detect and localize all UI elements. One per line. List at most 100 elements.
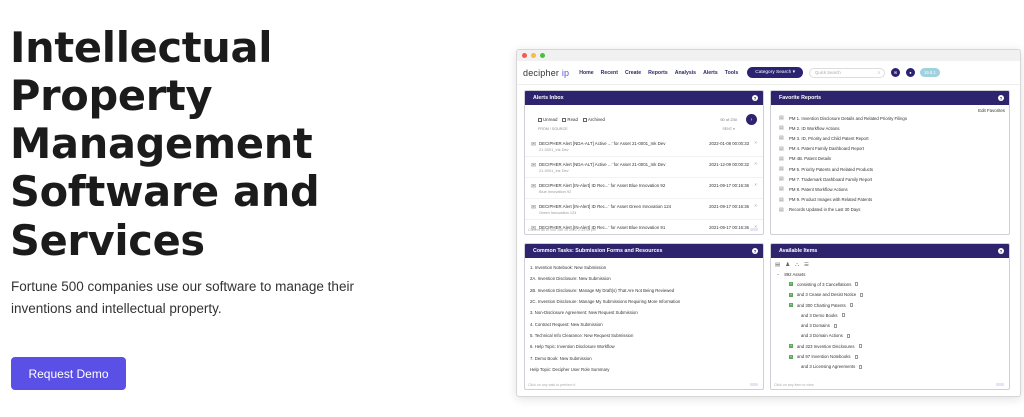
favorite-report-item[interactable]: ▤ PM 4B. Patent Details — [771, 154, 1009, 164]
nav-create[interactable]: Create — [625, 70, 641, 76]
help-icon[interactable]: ? — [998, 95, 1004, 101]
favorite-report-item[interactable]: ▤ PM 3. ID, Priority and Child Patent Rep… — [771, 133, 1009, 143]
next-page-button[interactable]: › — [746, 114, 757, 125]
request-demo-button[interactable]: Request Demo — [11, 357, 126, 390]
nav-alerts[interactable]: Alerts — [703, 70, 718, 76]
filter-archived[interactable]: Archived — [582, 117, 605, 122]
tree-root[interactable]: − 892 Assets — [771, 269, 1009, 279]
task-item[interactable]: 2B. Invention Disclosure: Manage My Draf… — [525, 285, 763, 296]
help-icon[interactable]: ? — [752, 95, 758, 101]
favorite-report-item[interactable]: ▤ PM 5. Priority Patents and Related Prod… — [771, 164, 1009, 174]
favorite-report-item[interactable]: ▤ PM 1. Invention Disclosure Details and … — [771, 113, 1009, 123]
tree-item-label: and 323 Invention Disclosures — [797, 343, 855, 349]
task-item[interactable]: 2A. Invention Disclosure: New Submission — [525, 273, 763, 284]
expand-icon[interactable]: + — [789, 303, 793, 308]
filter-read[interactable]: Read — [562, 117, 578, 122]
app-logo[interactable]: decipher ip — [523, 68, 569, 78]
document-icon[interactable] — [833, 323, 837, 328]
tree-item[interactable]: + consisting of 3 Cancellations — [771, 279, 1009, 289]
task-item[interactable]: 3. Non-Disclosure Agreement: New Request… — [525, 307, 763, 318]
task-item[interactable]: 6. Help Topic: Invention Disclosure Work… — [525, 341, 763, 352]
checkbox-icon — [538, 117, 542, 122]
nav-analysis[interactable]: Analysis — [675, 70, 696, 76]
favorite-reports-panel: Favorite Reports ? Edit Favorites ▤ PM 1.… — [770, 90, 1010, 235]
document-icon[interactable] — [846, 333, 850, 338]
users-icon[interactable]: ♟ — [785, 262, 790, 269]
document-icon[interactable] — [841, 313, 845, 318]
document-icon[interactable] — [859, 364, 863, 369]
dismiss-alert-icon[interactable]: × — [749, 157, 757, 166]
edit-favorites-link[interactable]: Edit Favorites — [771, 105, 1009, 113]
user-icon[interactable]: ● — [906, 68, 915, 77]
from-column-label: FROM / SOURCE — [538, 127, 568, 131]
document-icon[interactable] — [854, 354, 858, 359]
tree-item[interactable]: + and 97 Invention Notebooks — [771, 351, 1009, 361]
tree-item[interactable]: and 3 Domain Actions — [771, 331, 1009, 341]
dismiss-alert-icon[interactable]: × — [749, 136, 757, 145]
dismiss-alert-icon[interactable]: × — [749, 199, 757, 208]
panel-header: Favorite Reports ? — [771, 91, 1009, 105]
task-item[interactable]: 5. Technical Info Clearance: New Request… — [525, 330, 763, 341]
tree-item[interactable]: and 3 Domains — [771, 320, 1009, 330]
hero-title: Intellectual Property Management Softwar… — [10, 23, 320, 265]
nav-home[interactable]: Home — [579, 70, 593, 76]
alert-text: DECIPHER Alert [IN-Alert] ID Rec...' for… — [539, 178, 691, 194]
sent-column-label[interactable]: SENT ▾ — [722, 127, 735, 131]
tree-item[interactable]: and 3 Licensing Agreements — [771, 362, 1009, 372]
nav-tools[interactable]: Tools — [725, 70, 738, 76]
expand-icon[interactable]: + — [789, 344, 793, 349]
nav-recent[interactable]: Recent — [601, 70, 618, 76]
task-item[interactable]: 1. Invention Notebook: New Submission — [525, 262, 763, 273]
report-icon: ▤ — [779, 135, 784, 142]
expand-icon[interactable]: + — [789, 282, 793, 287]
alert-title: DECIPHER Alert [NDA-ALT] Active ...' for… — [539, 162, 666, 167]
panel-scrollbar[interactable] — [750, 228, 758, 231]
help-icon[interactable]: ? — [752, 248, 758, 254]
alert-row[interactable]: ✉ DECIPHER Alert [NDA-ALT] Active ...' fo… — [525, 157, 763, 178]
quick-search-input[interactable]: Quick Search ⌕ — [809, 67, 885, 78]
alert-source: Blue Innovation 92 — [539, 189, 572, 194]
report-icon: ▤ — [779, 186, 784, 193]
report-icon: ▤ — [779, 196, 784, 203]
expand-icon[interactable]: + — [789, 354, 793, 359]
favorite-report-item[interactable]: ▤ Records Updated in the Last 30 Days — [771, 205, 1009, 215]
tree-item[interactable]: + and 300 Charting Patents — [771, 300, 1009, 310]
nav-reports[interactable]: Reports — [648, 70, 668, 76]
category-search-button[interactable]: Category Search ▾ — [747, 67, 803, 78]
favorite-report-item[interactable]: ▤ PM 7. Trademark Dashboard Family Report — [771, 174, 1009, 184]
task-item[interactable]: 4. Contract Request: New Submission — [525, 318, 763, 329]
tree-item[interactable]: and 3 Demo Books — [771, 310, 1009, 320]
panel-scrollbar[interactable] — [750, 383, 758, 386]
favorite-report-item[interactable]: ▤ PM 8. Patent Workflow Actions — [771, 184, 1009, 194]
messages-icon[interactable]: ✉ — [891, 68, 900, 77]
expand-icon[interactable]: + — [789, 292, 793, 297]
tree-item[interactable]: + and 3 Cease and Desist Notice — [771, 290, 1009, 300]
tree-item[interactable]: + and 323 Invention Disclosures — [771, 341, 1009, 351]
alert-row[interactable]: ✉ DECIPHER Alert [IN-Alert] ID Rec...' fo… — [525, 199, 763, 220]
favorite-report-label: PM 7. Trademark Dashboard Family Report — [789, 176, 873, 182]
task-item[interactable]: 2C. Invention Disclosure: Manage My Subm… — [525, 296, 763, 307]
panel-header: Available Items ? — [771, 244, 1009, 258]
document-icon[interactable]: ▤ — [775, 262, 780, 269]
help-icon[interactable]: ? — [998, 248, 1004, 254]
task-item[interactable]: 7. Demo Book: New Submission — [525, 352, 763, 363]
document-icon[interactable] — [849, 303, 853, 308]
list-icon[interactable]: ☰ — [804, 262, 809, 269]
alert-row[interactable]: ✉ DECIPHER Alert [IN-Alert] ID Rec...' fo… — [525, 178, 763, 199]
favorite-report-item[interactable]: ▤ PM 9. Product Images with Related Paten… — [771, 195, 1009, 205]
favorite-report-label: PM 2. ID Workflow Actions — [789, 125, 840, 131]
hierarchy-icon[interactable]: ⛬ — [795, 262, 799, 269]
filter-unread[interactable]: Unread — [538, 117, 557, 122]
dismiss-alert-icon[interactable]: × — [749, 178, 757, 187]
document-icon[interactable] — [855, 282, 859, 287]
document-icon[interactable] — [858, 344, 862, 349]
panel-scrollbar[interactable] — [996, 383, 1004, 386]
favorite-report-label: PM 1. Invention Disclosure Details and R… — [789, 115, 907, 121]
favorite-report-item[interactable]: ▤ PM 4. Patent Family Dashboard Report — [771, 144, 1009, 154]
favorite-report-item[interactable]: ▤ PM 2. ID Workflow Actions — [771, 123, 1009, 133]
report-icon: ▤ — [779, 155, 784, 162]
report-icon: ▤ — [779, 125, 784, 132]
document-icon[interactable] — [860, 292, 864, 297]
task-item[interactable]: Help Topic: Decipher User Role Summary — [525, 364, 763, 375]
alert-row[interactable]: ✉ DECIPHER Alert [NDA-ALT] Active ...' fo… — [525, 136, 763, 157]
